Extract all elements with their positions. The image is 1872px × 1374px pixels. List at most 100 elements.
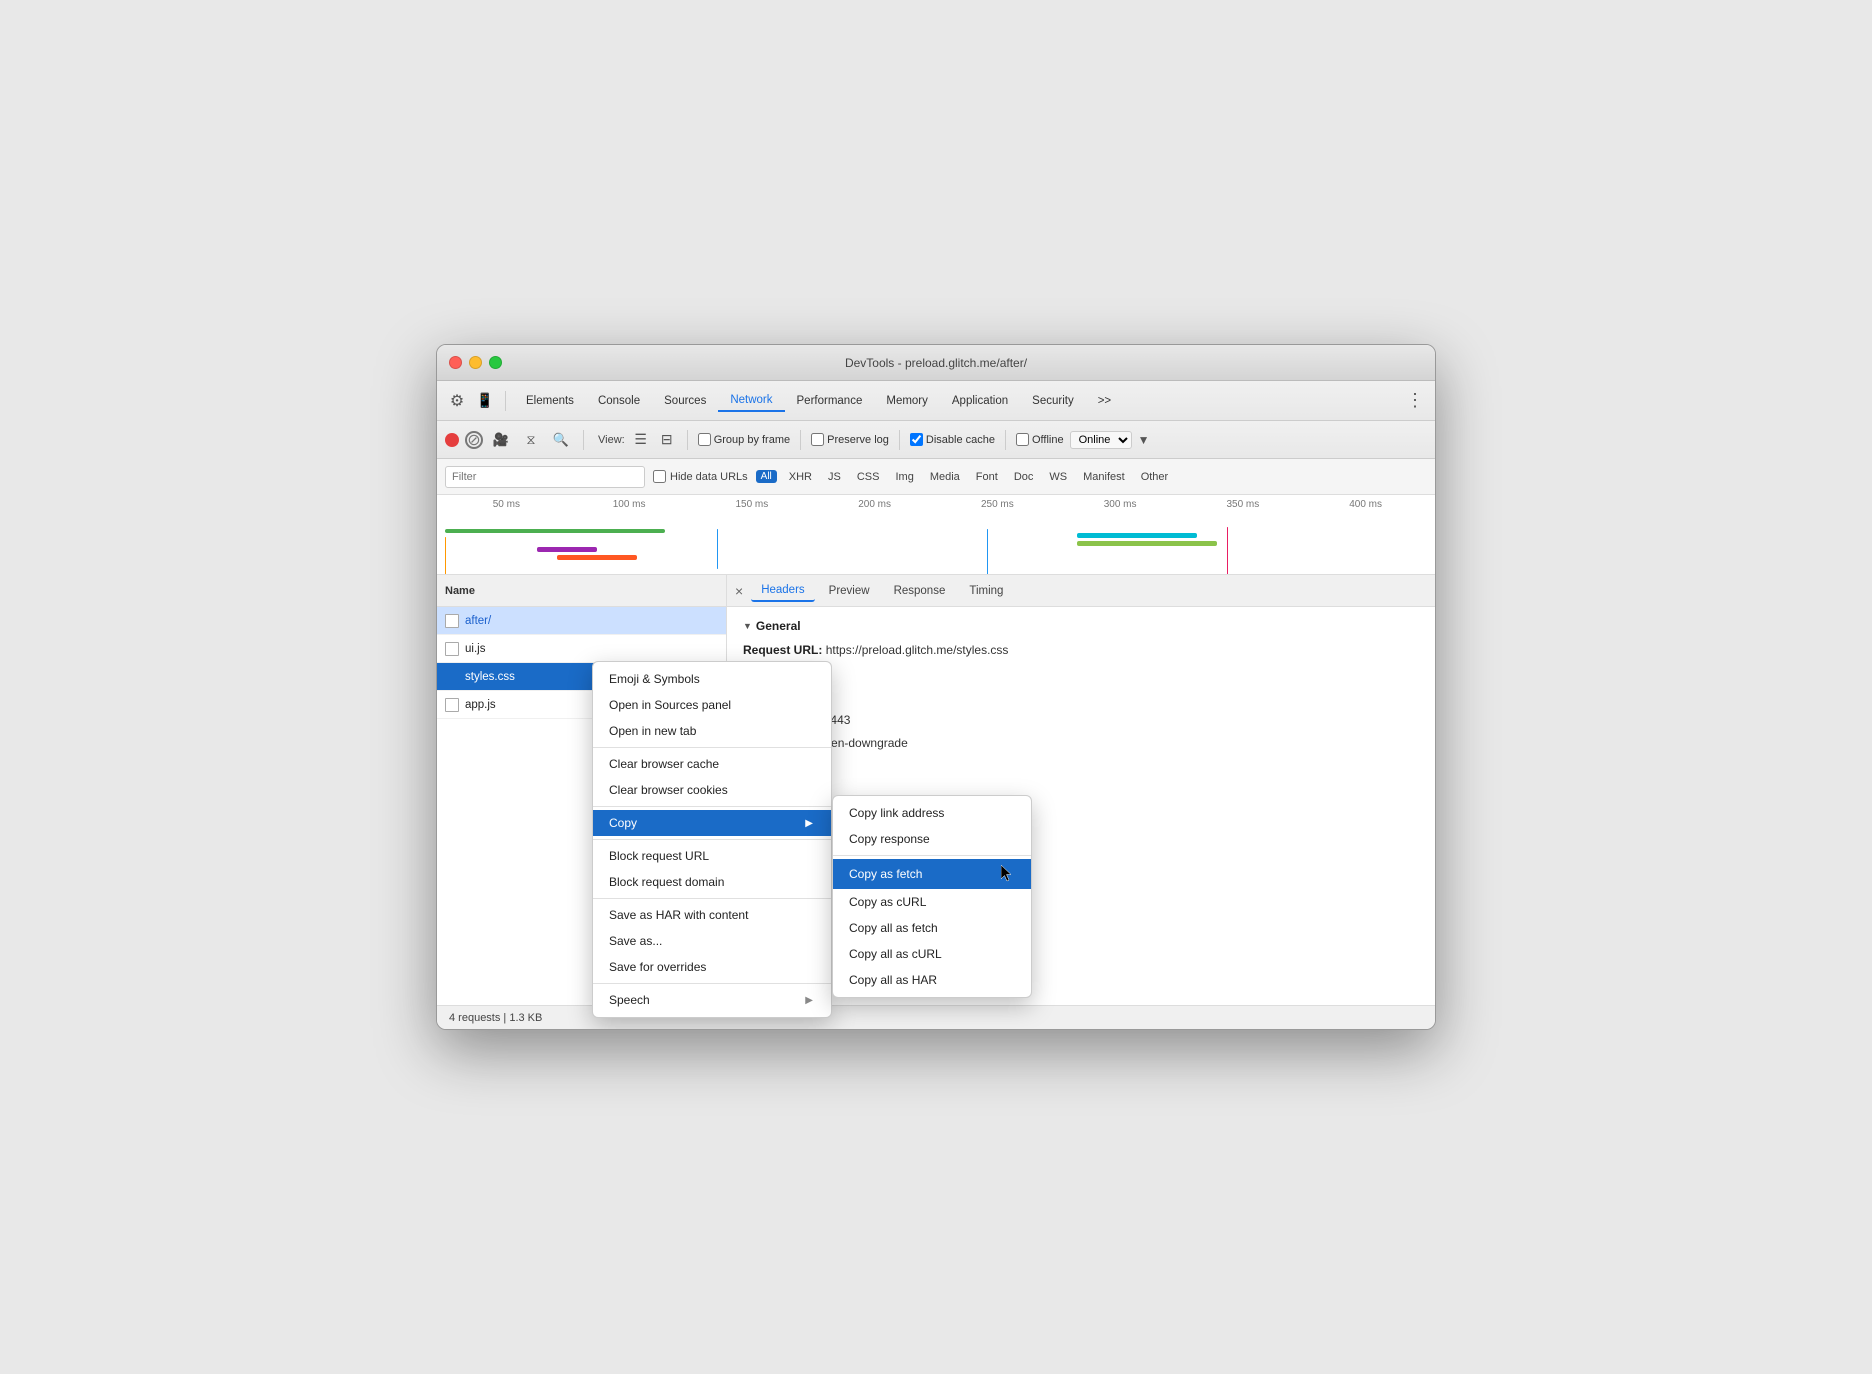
main-panel: Name after/ ui.js styles.css app.js ×	[437, 575, 1435, 1005]
filter-media[interactable]: Media	[926, 469, 964, 485]
tab-timing[interactable]: Timing	[959, 581, 1013, 601]
tab-bar: ⚙ 📱 Elements Console Sources Network Per…	[437, 381, 1435, 421]
menu-save-overrides[interactable]: Save for overrides	[593, 954, 831, 980]
headers-content: General Request URL: https://preload.gli…	[727, 607, 1435, 792]
menu-emoji-symbols[interactable]: Emoji & Symbols	[593, 666, 831, 692]
device-toolbar-icon[interactable]: 📱	[473, 389, 497, 413]
window-title: DevTools - preload.glitch.me/after/	[845, 356, 1027, 370]
filter-all[interactable]: All	[756, 470, 777, 483]
timeline-label-3: 200 ms	[813, 499, 936, 510]
status-row: 200	[743, 687, 1419, 706]
filter-img[interactable]: Img	[891, 469, 917, 485]
devtools-window: DevTools - preload.glitch.me/after/ ⚙ 📱 …	[436, 344, 1436, 1030]
split-view-icon[interactable]: ⊟	[657, 430, 677, 450]
menu-divider-3	[593, 839, 831, 840]
copy-submenu: Copy link address Copy response Copy as …	[832, 795, 1032, 998]
filter-doc[interactable]: Doc	[1010, 469, 1038, 485]
minimize-button[interactable]	[469, 356, 482, 369]
menu-divider-2	[593, 806, 831, 807]
menu-save-as[interactable]: Save as...	[593, 928, 831, 954]
disable-cache-checkbox[interactable]: Disable cache	[910, 433, 995, 446]
tab-network[interactable]: Network	[718, 390, 784, 412]
menu-divider-5	[593, 983, 831, 984]
filter-bar: Hide data URLs All XHR JS CSS Img Media …	[437, 459, 1435, 495]
submenu-copy-all-har[interactable]: Copy all as HAR	[833, 967, 1031, 993]
menu-block-domain[interactable]: Block request domain	[593, 869, 831, 895]
tab-performance[interactable]: Performance	[785, 391, 875, 411]
file-item-uijs[interactable]: ui.js	[437, 635, 726, 663]
hide-data-urls-checkbox[interactable]: Hide data URLs	[653, 470, 748, 483]
close-panel-icon[interactable]: ×	[735, 583, 743, 599]
submenu-copy-response[interactable]: Copy response	[833, 826, 1031, 852]
title-bar: DevTools - preload.glitch.me/after/	[437, 345, 1435, 381]
filter-ws[interactable]: WS	[1045, 469, 1071, 485]
file-icon	[445, 642, 459, 656]
list-view-icon[interactable]: ☰	[631, 430, 651, 450]
context-menu: Emoji & Symbols Open in Sources panel Op…	[592, 661, 832, 1018]
submenu-copy-all-curl[interactable]: Copy all as cURL	[833, 941, 1031, 967]
timeline-label-0: 50 ms	[445, 499, 568, 510]
network-toolbar: ⊘ 🎥 ⧖ 🔍 View: ☰ ⊟ Group by frame Preserv…	[437, 421, 1435, 459]
submenu-copy-curl[interactable]: Copy as cURL	[833, 889, 1031, 915]
submenu-copy-all-fetch[interactable]: Copy all as fetch	[833, 915, 1031, 941]
filter-icon[interactable]: ⧖	[519, 428, 543, 452]
filter-js[interactable]: JS	[824, 469, 845, 485]
menu-open-new-tab[interactable]: Open in new tab	[593, 718, 831, 744]
file-icon	[445, 670, 459, 684]
file-icon	[445, 698, 459, 712]
camera-icon[interactable]: 🎥	[489, 428, 513, 452]
offline-checkbox[interactable]: Offline	[1016, 433, 1064, 446]
status-text: 4 requests | 1.3 KB	[449, 1012, 542, 1024]
tab-elements[interactable]: Elements	[514, 391, 586, 411]
headers-row: ers	[743, 757, 1419, 776]
maximize-button[interactable]	[489, 356, 502, 369]
timeline-label-4: 250 ms	[936, 499, 1059, 510]
referrer-row: r: no-referrer-when-downgrade	[743, 734, 1419, 753]
menu-save-har[interactable]: Save as HAR with content	[593, 902, 831, 928]
tab-headers[interactable]: Headers	[751, 580, 814, 602]
filter-manifest[interactable]: Manifest	[1079, 469, 1129, 485]
timeline-label-6: 350 ms	[1182, 499, 1305, 510]
mouse-cursor-icon	[1001, 865, 1013, 883]
record-icon[interactable]	[445, 433, 459, 447]
filter-xhr[interactable]: XHR	[785, 469, 816, 485]
menu-divider-1	[593, 747, 831, 748]
filter-input[interactable]	[445, 466, 645, 488]
clear-icon[interactable]: ⊘	[465, 431, 483, 449]
menu-copy[interactable]: Copy ▶	[593, 810, 831, 836]
main-tabs: Elements Console Sources Network Perform…	[514, 390, 1399, 412]
tab-console[interactable]: Console	[586, 391, 652, 411]
timeline-label-7: 400 ms	[1304, 499, 1427, 510]
tab-sources[interactable]: Sources	[652, 391, 718, 411]
address-row: ss: 52.7.166.25:443	[743, 711, 1419, 730]
tab-response[interactable]: Response	[884, 581, 956, 601]
file-item-after[interactable]: after/	[437, 607, 726, 635]
headers-tabs: × Headers Preview Response Timing	[727, 575, 1435, 607]
throttle-select[interactable]: Online	[1070, 431, 1132, 449]
tab-application[interactable]: Application	[940, 391, 1020, 411]
network-timeline: 50 ms 100 ms 150 ms 200 ms 250 ms 300 ms…	[437, 495, 1435, 575]
menu-divider-4	[593, 898, 831, 899]
menu-clear-cookies[interactable]: Clear browser cookies	[593, 777, 831, 803]
menu-open-sources[interactable]: Open in Sources panel	[593, 692, 831, 718]
preserve-log-checkbox[interactable]: Preserve log	[811, 433, 889, 446]
filter-css[interactable]: CSS	[853, 469, 884, 485]
tab-memory[interactable]: Memory	[874, 391, 940, 411]
tab-security[interactable]: Security	[1020, 391, 1086, 411]
submenu-copy-link[interactable]: Copy link address	[833, 800, 1031, 826]
menu-block-url[interactable]: Block request URL	[593, 843, 831, 869]
filter-font[interactable]: Font	[972, 469, 1002, 485]
submenu-copy-fetch[interactable]: Copy as fetch	[833, 859, 1031, 889]
menu-speech[interactable]: Speech ▶	[593, 987, 831, 1013]
more-options-icon[interactable]: ⋮	[1403, 389, 1427, 413]
menu-clear-cache[interactable]: Clear browser cache	[593, 751, 831, 777]
close-button[interactable]	[449, 356, 462, 369]
search-icon[interactable]: 🔍	[549, 428, 573, 452]
method-row: od: GET	[743, 664, 1419, 683]
filter-other[interactable]: Other	[1137, 469, 1173, 485]
devtools-icon[interactable]: ⚙	[445, 389, 469, 413]
tab-more[interactable]: >>	[1086, 391, 1123, 411]
traffic-lights	[449, 356, 502, 369]
tab-preview[interactable]: Preview	[819, 581, 880, 601]
group-by-frame-checkbox[interactable]: Group by frame	[698, 433, 790, 446]
